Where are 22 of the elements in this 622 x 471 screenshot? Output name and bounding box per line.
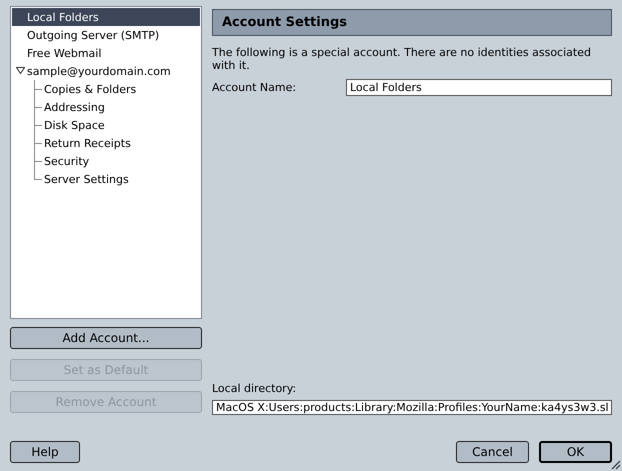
tree-item[interactable]: Disk Space [12,116,200,134]
account-button[interactable]: Add Account... [10,327,202,349]
description-text: The following is a special account. There are no identities associated with it. [212,46,592,72]
account-name-field[interactable]: Local Folders [346,79,612,96]
tree-item[interactable]: Addressing [12,98,200,116]
dialog-button[interactable]: Cancel [456,441,529,463]
expand-triangle-icon[interactable] [16,67,25,74]
panel-title: Account Settings [212,9,612,36]
resize-grip-icon[interactable] [609,458,621,470]
field-label: Local directory: [212,382,298,395]
tree-item[interactable]: Outgoing Server (SMTP) [12,26,200,44]
tree-item[interactable]: Local Folders [12,8,200,26]
tree-item[interactable]: Server Settings [12,170,200,188]
tree-item[interactable]: sample@yourdomain.com [12,62,200,80]
field-label: Account Name: [212,81,298,94]
local-directory-field[interactable]: MacOS X:Users:products:Library:Mozilla:Profiles:YourName:ka4ys3w3.sl [212,400,612,415]
help-button[interactable]: Help [10,441,80,463]
tree-item[interactable]: Free Webmail [12,44,200,62]
tree-item[interactable]: Copies & Folders [12,80,200,98]
tree-item[interactable]: Security [12,152,200,170]
dialog-button[interactable]: OK [539,441,612,463]
tree-item[interactable]: Return Receipts [12,134,200,152]
